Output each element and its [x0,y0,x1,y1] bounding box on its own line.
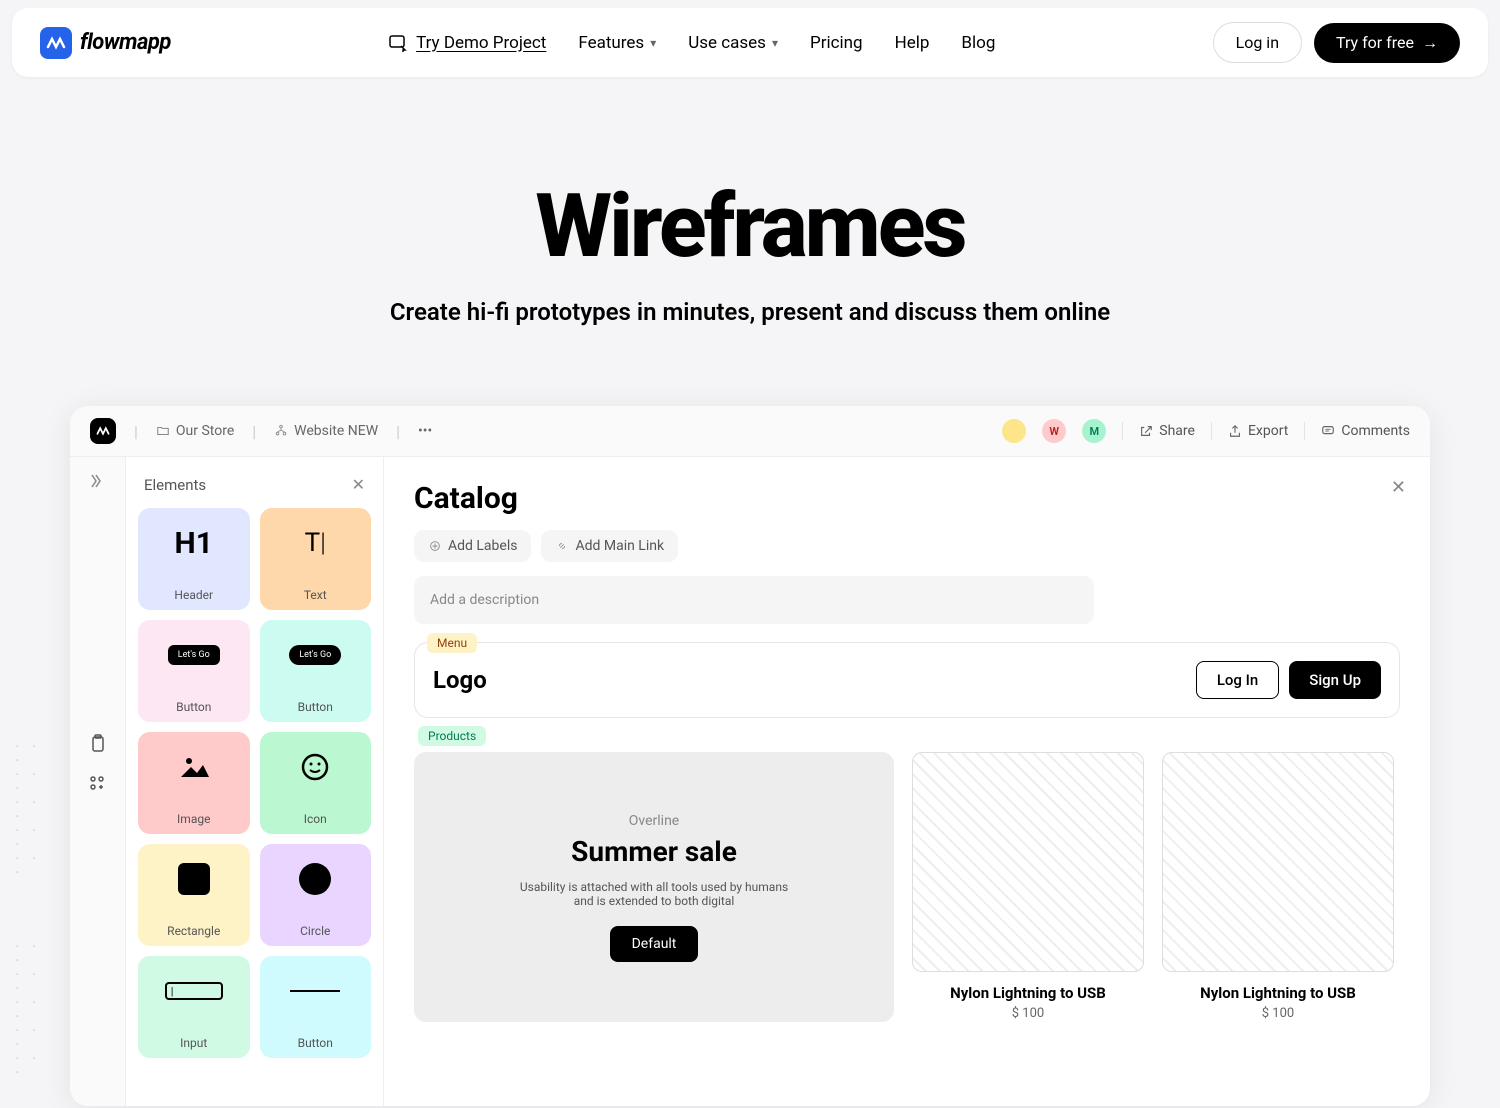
input-icon [165,982,223,1000]
product-price: $ 100 [1162,1006,1394,1021]
close-icon[interactable]: ✕ [352,475,365,494]
wireframe-signup-button[interactable]: Sign Up [1289,661,1381,699]
left-rail [70,457,126,1106]
app-topbar: | Our Store | Website NEW | ••• W M Shar… [70,406,1430,457]
wireframe-logo[interactable]: Logo [433,666,487,694]
folder-icon [156,424,170,438]
element-button-pill[interactable]: Let's GoButton [260,620,372,722]
product-card[interactable]: Nylon Lightning to USB $ 100 [1162,752,1394,1022]
page-title: Catalog [414,481,1400,516]
wireframe-menu-section: Menu Logo Log In Sign Up [414,642,1400,718]
nav-pricing[interactable]: Pricing [810,33,863,53]
top-nav: flowmapp Try Demo Project Features▾ Use … [12,8,1488,77]
hero: Wireframes Create hi-fi prototypes in mi… [0,85,1500,376]
image-icon [179,755,209,779]
rectangle-icon [178,863,210,895]
add-labels-chip[interactable]: Add Labels [414,530,531,562]
description-input[interactable]: Add a description [414,576,1094,624]
hero-default-button[interactable]: Default [610,926,699,962]
demo-icon [388,33,408,53]
collapse-icon[interactable] [88,471,108,491]
brand-text: flowmapp [80,30,171,55]
chevron-down-icon: ▾ [772,36,778,50]
nav-help[interactable]: Help [895,33,930,53]
brand-logo[interactable]: flowmapp [40,27,171,59]
line-icon [290,990,340,992]
hero-heading: Summer sale [571,835,737,868]
smiley-icon [300,752,330,782]
separator [1122,422,1123,440]
separator [1211,422,1212,440]
device-icon[interactable] [88,734,108,754]
product-name: Nylon Lightning to USB [1162,984,1394,1002]
section-tag-menu: Menu [427,633,477,653]
canvas: ✕ Catalog Add Labels Add Main Link Add a… [384,457,1430,1106]
element-rectangle[interactable]: Rectangle [138,844,250,946]
share-icon [1139,424,1153,438]
nav-center: Try Demo Project Features▾ Use cases▾ Pr… [388,33,995,53]
element-button-line[interactable]: Button [260,956,372,1058]
element-icon[interactable]: Icon [260,732,372,834]
product-image-placeholder [912,752,1144,972]
product-name: Nylon Lightning to USB [912,984,1144,1002]
panel-title: Elements [144,476,206,494]
element-header[interactable]: H1Header [138,508,250,610]
comments-button[interactable]: Comments [1321,423,1410,439]
add-icon [428,539,442,553]
arrow-right-icon: → [1422,33,1438,53]
logo-icon [40,27,72,59]
link-icon [555,539,569,553]
element-input[interactable]: Input [138,956,250,1058]
export-icon [1228,424,1242,438]
hero-overline: Overline [629,813,679,829]
export-button[interactable]: Export [1228,423,1288,439]
circle-icon [299,863,331,895]
app-logo-icon[interactable] [90,418,116,444]
avatar-m[interactable]: M [1082,419,1106,443]
add-main-link-chip[interactable]: Add Main Link [541,530,678,562]
elements-panel: Elements ✕ H1Header TText Let's GoButton… [126,457,384,1106]
product-card[interactable]: Nylon Lightning to USB $ 100 [912,752,1144,1022]
login-button[interactable]: Log in [1213,22,1302,63]
hero-paragraph: Usability is attached with all tools use… [514,880,794,908]
element-circle[interactable]: Circle [260,844,372,946]
more-menu[interactable]: ••• [418,423,432,439]
nav-right: Log in Try for free → [1213,22,1460,63]
hero-card[interactable]: Overline Summer sale Usability is attach… [414,752,894,1022]
share-button[interactable]: Share [1139,423,1195,439]
wireframe-products-section: Products Overline Summer sale Usability … [414,736,1400,1022]
chevron-down-icon: ▾ [650,36,656,50]
breadcrumb-sitemap[interactable]: Website NEW [274,423,378,439]
components-icon[interactable] [88,774,108,794]
nav-blog[interactable]: Blog [961,33,995,53]
sitemap-icon [274,424,288,438]
app-window: | Our Store | Website NEW | ••• W M Shar… [70,406,1430,1106]
close-icon[interactable]: ✕ [1391,477,1406,498]
separator: | [252,422,256,441]
breadcrumb-folder[interactable]: Our Store [156,423,234,439]
avatar-user[interactable] [1002,419,1026,443]
nav-try-demo[interactable]: Try Demo Project [388,33,546,53]
separator: | [396,422,400,441]
wireframe-login-button[interactable]: Log In [1196,661,1279,699]
try-free-button[interactable]: Try for free → [1314,23,1460,63]
avatar-w[interactable]: W [1042,419,1066,443]
app-body: Elements ✕ H1Header TText Let's GoButton… [70,457,1430,1106]
section-tag-products: Products [418,726,486,746]
element-image[interactable]: Image [138,732,250,834]
nav-features[interactable]: Features▾ [578,33,656,53]
element-button-rect[interactable]: Let's GoButton [138,620,250,722]
separator [1304,422,1305,440]
decoration-dots: • • •• • •• • •• • •• • • [16,740,56,880]
product-price: $ 100 [912,1006,1144,1021]
nav-usecases[interactable]: Use cases▾ [688,33,778,53]
element-text[interactable]: TText [260,508,372,610]
decoration-dots: • • •• • •• • •• • •• • • [16,940,56,1080]
product-image-placeholder [1162,752,1394,972]
hero-subtitle: Create hi-fi prototypes in minutes, pres… [20,298,1480,326]
hero-title: Wireframes [20,175,1480,278]
comment-icon [1321,424,1335,438]
separator: | [134,422,138,441]
